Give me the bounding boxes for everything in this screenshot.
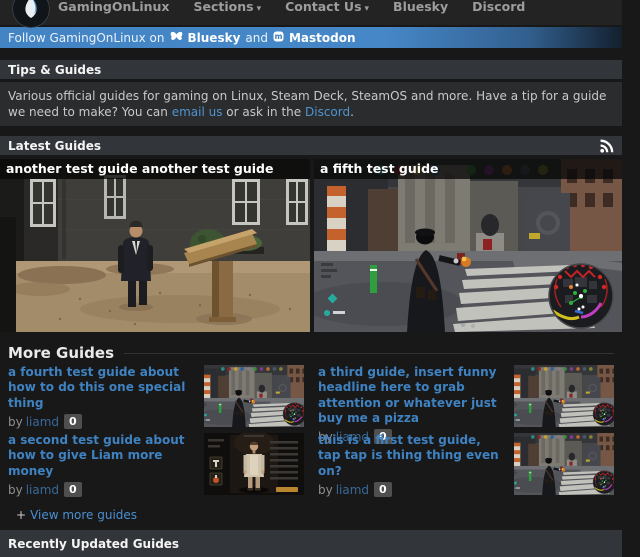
featured-guides: another test guide another test guide a … [0,159,622,332]
featured-guide-card-2[interactable]: a fifth test guide [314,159,622,332]
featured-guide-title-2[interactable]: a fifth test guide [314,159,622,179]
guide-title-link[interactable]: a fourth test guide about how to do this… [8,365,194,411]
guide-thumbnail[interactable] [204,433,304,495]
guide-thumbnail-image [204,365,304,427]
nav-item-bluesky[interactable]: Bluesky [393,0,448,14]
guide-title-link[interactable]: this is a first test guide, tap tap is t… [318,433,504,479]
guide-thumbnail[interactable] [514,433,614,495]
svg-text:m: m [275,32,283,41]
featured-guide-title-1[interactable]: another test guide another test guide [0,159,310,179]
nav-item-discord[interactable]: Discord [472,0,525,14]
bluesky-link[interactable]: Bluesky [188,31,241,45]
nav-item-sections[interactable]: Sections▾ [194,0,262,14]
nav-items: GamingOnLinux Sections▾ Contact Us▾ Blue… [58,0,525,17]
page-content: GamingOnLinux Sections▾ Contact Us▾ Blue… [0,0,622,557]
guide-byline: byliamd 0 [8,414,194,429]
nav-item-home[interactable]: GamingOnLinux [58,0,170,14]
section-header-latest: Latest Guides [0,136,622,155]
by-label: by [8,415,23,429]
follow-banner: Follow GamingOnLinux on Bluesky and m Ma… [0,27,622,48]
intro-text: Various official guides for gaming on Li… [0,82,622,126]
guide-thumbnail-image [204,433,304,495]
guide-thumbnail[interactable] [204,365,304,427]
rss-icon[interactable] [599,138,615,157]
more-guides-section: More Guides a fourth test guide about ho… [0,345,622,523]
guide-list-item: this is a first test guide, tap tap is t… [318,433,614,495]
featured-guide-image-1 [0,159,310,332]
guide-list-item: a second test guide about how to give Li… [8,433,304,495]
top-nav-bar: GamingOnLinux Sections▾ Contact Us▾ Blue… [0,0,622,25]
guide-thumbnail[interactable] [514,365,614,427]
comment-count-badge: 0 [64,482,82,497]
heading-divider [124,353,614,354]
by-label: by [318,483,333,497]
comment-count-badge: 0 [64,414,82,429]
guide-text-block: this is a first test guide, tap tap is t… [318,433,504,495]
follow-banner-text: Follow GamingOnLinux on [8,31,165,45]
plus-icon: + [16,508,26,522]
guide-title-link[interactable]: a second test guide about how to give Li… [8,433,194,479]
intro-part2: or ask in the [222,105,305,119]
chevron-down-icon: ▾ [257,4,262,14]
guide-list-item: a fourth test guide about how to do this… [8,365,304,427]
section-header-tips-label: Tips & Guides [8,63,101,77]
author-link[interactable]: liamd [336,483,369,497]
section-header-recent: Recently Updated Guides [0,530,622,557]
guide-byline: byliamd 0 [318,482,504,497]
intro-part3: . [350,105,354,119]
guide-title-link[interactable]: a third guide, insert funny headline her… [318,365,504,426]
bluesky-butterfly-icon [170,31,183,45]
section-header-recent-label: Recently Updated Guides [8,537,179,551]
featured-guide-image-2 [314,159,622,332]
discord-link[interactable]: Discord [305,105,350,119]
featured-guide-card-1[interactable]: another test guide another test guide [0,159,310,332]
more-guides-grid: a fourth test guide about how to do this… [8,365,614,495]
guide-thumbnail-image [514,433,614,495]
more-guides-heading-label: More Guides [8,344,114,362]
mastodon-icon: m [273,31,284,45]
follow-banner-conjunction: and [245,31,268,45]
comment-count-badge: 0 [374,482,392,497]
nav-item-contact[interactable]: Contact Us▾ [285,0,369,14]
author-link[interactable]: liamd [26,415,59,429]
chevron-down-icon: ▾ [365,4,370,14]
email-link[interactable]: email us [172,105,223,119]
guide-thumbnail-image [514,365,614,427]
by-label: by [8,483,23,497]
more-guides-heading: More Guides [8,345,614,361]
view-more-row: + View more guides [16,508,614,523]
site-logo[interactable] [12,0,50,28]
section-header-tips: Tips & Guides [0,60,622,79]
guide-byline: byliamd 0 [8,482,194,497]
guide-text-block: a fourth test guide about how to do this… [8,365,194,427]
guide-list-item: a third guide, insert funny headline her… [318,365,614,427]
gamingonlinux-logo-icon [12,0,50,28]
guide-text-block: a third guide, insert funny headline her… [318,365,504,427]
view-more-link[interactable]: View more guides [30,508,137,522]
author-link[interactable]: liamd [26,483,59,497]
section-header-latest-label: Latest Guides [8,139,101,153]
guide-text-block: a second test guide about how to give Li… [8,433,194,495]
mastodon-link[interactable]: Mastodon [289,31,356,45]
